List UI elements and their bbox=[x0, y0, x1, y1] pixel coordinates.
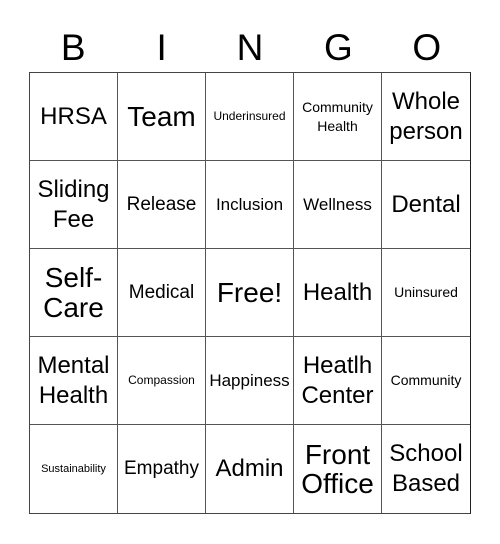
bingo-cell[interactable]: Inclusion bbox=[206, 161, 294, 249]
bingo-cell[interactable]: Heatlh Center bbox=[294, 337, 382, 425]
bingo-cell[interactable]: Health bbox=[294, 249, 382, 337]
bingo-free-space[interactable]: Free! bbox=[206, 249, 294, 337]
bingo-cell[interactable]: Front Office bbox=[294, 425, 382, 513]
bingo-cell[interactable]: Happiness bbox=[206, 337, 294, 425]
bingo-cell[interactable]: School Based bbox=[382, 425, 470, 513]
bingo-cell[interactable]: HRSA bbox=[30, 73, 118, 161]
bingo-card-grid: HRSA Team Underinsured Community Health … bbox=[29, 72, 471, 514]
bingo-cell[interactable]: Mental Health bbox=[30, 337, 118, 425]
bingo-cell[interactable]: Sliding Fee bbox=[30, 161, 118, 249]
bingo-cell[interactable]: Wellness bbox=[294, 161, 382, 249]
bingo-cell[interactable]: Uninsured bbox=[382, 249, 470, 337]
header-letter-n: N bbox=[236, 27, 264, 68]
bingo-cell[interactable]: Compassion bbox=[118, 337, 206, 425]
bingo-cell[interactable]: Admin bbox=[206, 425, 294, 513]
header-letter-o: O bbox=[412, 27, 442, 68]
bingo-cell[interactable]: Sustainability bbox=[30, 425, 118, 513]
header-letter-g: G bbox=[324, 27, 353, 68]
header-letter-i: I bbox=[156, 27, 167, 68]
bingo-cell[interactable]: Underinsured bbox=[206, 73, 294, 161]
bingo-cell[interactable]: Release bbox=[118, 161, 206, 249]
bingo-cell[interactable]: Empathy bbox=[118, 425, 206, 513]
header-letter-b: B bbox=[60, 27, 86, 68]
bingo-cell[interactable]: Dental bbox=[382, 161, 470, 249]
bingo-cell[interactable]: Whole person bbox=[382, 73, 470, 161]
bingo-cell[interactable]: Team bbox=[118, 73, 206, 161]
bingo-cell[interactable]: Community Health bbox=[294, 73, 382, 161]
bingo-cell[interactable]: Community bbox=[382, 337, 470, 425]
bingo-cell[interactable]: Medical bbox=[118, 249, 206, 337]
bingo-cell[interactable]: Self-Care bbox=[30, 249, 118, 337]
bingo-header: B I N G O bbox=[29, 24, 471, 72]
